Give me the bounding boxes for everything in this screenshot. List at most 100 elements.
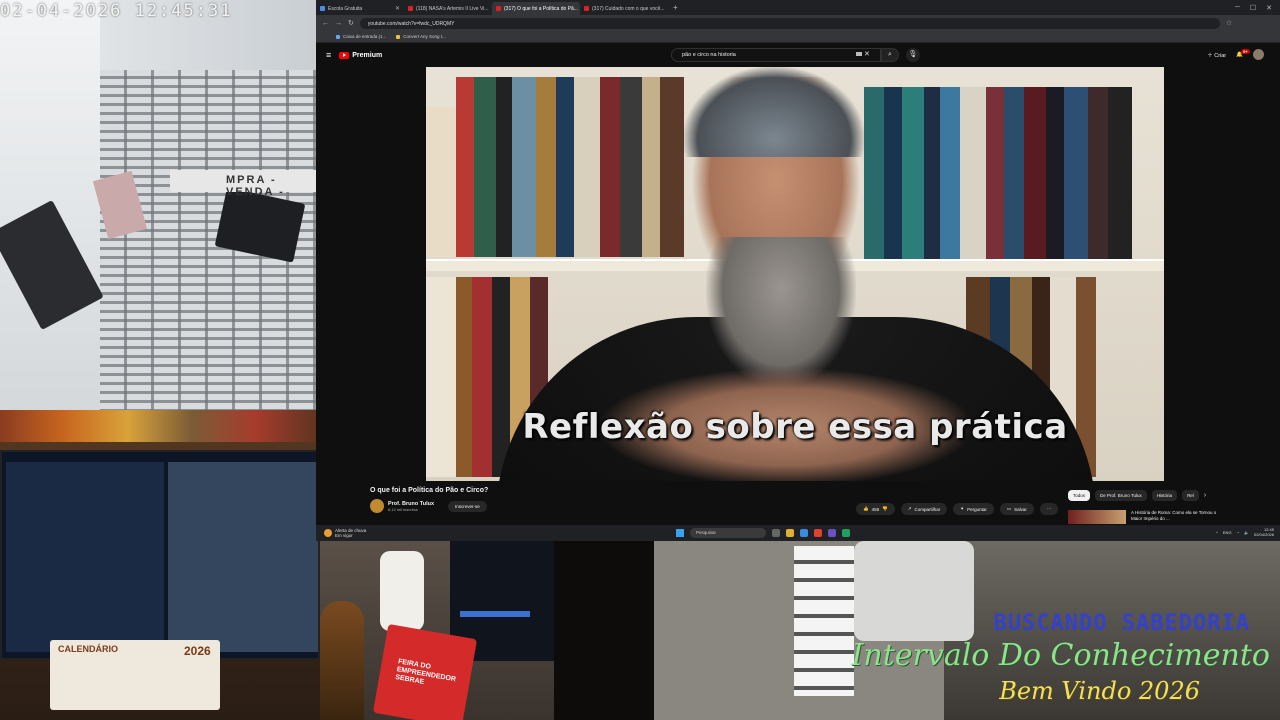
chrome-icon[interactable] bbox=[814, 529, 822, 537]
menu-icon[interactable]: ≡ bbox=[326, 50, 331, 60]
app-icon[interactable] bbox=[828, 529, 836, 537]
camera-feed-desk-items: FEIRA DO EMPREENDEDOR SEBRAE bbox=[320, 541, 554, 720]
url-field[interactable]: youtube.com/watch?v=fwdc_UDRQMY bbox=[359, 17, 1220, 29]
volume-icon[interactable]: 🔈 bbox=[1244, 530, 1249, 535]
monitor-pane-stream bbox=[168, 462, 318, 652]
browser-tab-active[interactable]: (317) O que foi a Política do Pã...✕ bbox=[492, 2, 580, 15]
recommended-video[interactable]: A História de Roma: Como ela se Tornou o… bbox=[1068, 510, 1221, 524]
video-player[interactable]: Reflexão sobre essa prática bbox=[426, 67, 1164, 481]
video-title: O que foi a Política do Pão e Circo? bbox=[370, 487, 489, 494]
browser-tab[interactable]: (317) Cuidado com o que você...✕ bbox=[580, 2, 668, 15]
tab-favicon-icon bbox=[584, 6, 589, 11]
mic-icon[interactable]: 🎙 bbox=[906, 48, 920, 62]
bookmark-label: Caixa de entrada (1... bbox=[343, 34, 387, 39]
header-actions: ＋ Criar 🔔 9+ bbox=[1207, 48, 1264, 60]
chip-channel[interactable]: De Prof. Bruno Tulux bbox=[1095, 490, 1147, 501]
channel-name[interactable]: Prof. Bruno Tulux bbox=[388, 501, 434, 507]
calendar-title: CALENDÁRIO bbox=[58, 644, 118, 654]
window-controls: ─ ☐ ✕ bbox=[1235, 4, 1280, 12]
rec-title[interactable]: A História de Roma: Como ela se Tornou o… bbox=[1131, 510, 1221, 524]
desktop-composite: MPRA - VENDA - 02-04-2026 12:45:31 CALEN… bbox=[0, 0, 1280, 720]
share-button[interactable]: ↗ Compartilhar bbox=[900, 503, 948, 515]
forward-icon[interactable]: → bbox=[335, 20, 342, 27]
channel-subscribers: 6,12 mil inscritos bbox=[388, 506, 418, 512]
close-icon[interactable]: ✕ bbox=[395, 5, 400, 12]
file-explorer-icon[interactable] bbox=[786, 529, 794, 537]
windows-start-icon[interactable] bbox=[676, 529, 684, 537]
overlay-line1: BUSCANDO SABEDORIA bbox=[993, 611, 1250, 636]
minimize-icon[interactable]: ─ bbox=[1235, 4, 1240, 12]
bookmark-star-icon[interactable]: ☆ bbox=[1226, 19, 1232, 27]
channel-avatar[interactable] bbox=[370, 499, 384, 513]
language-indicator[interactable]: ENG bbox=[1223, 530, 1232, 535]
create-button[interactable]: ＋ Criar bbox=[1207, 51, 1226, 59]
overlay-line3: Bem Vindo 2026 bbox=[999, 677, 1200, 705]
chevron-right-icon[interactable]: › bbox=[1204, 492, 1206, 499]
task-view-icon[interactable] bbox=[772, 529, 780, 537]
camera-feed-desk: CALENDÁRIO 2026 bbox=[0, 410, 320, 720]
tray-chevron-icon[interactable]: ^ bbox=[1216, 530, 1218, 535]
chip-history[interactable]: História bbox=[1151, 490, 1178, 501]
new-tab-icon[interactable]: + bbox=[668, 3, 683, 12]
music-icon bbox=[396, 34, 401, 39]
channel-row: Prof. Bruno Tulux 6,12 mil inscritos Ins… bbox=[370, 499, 487, 513]
save-label: Salvar bbox=[1014, 506, 1027, 512]
search-icon: ⌕ bbox=[888, 51, 892, 58]
search-button[interactable]: ⌕ bbox=[881, 48, 899, 62]
tab-favicon-icon bbox=[408, 6, 413, 11]
back-icon[interactable]: ← bbox=[322, 20, 329, 27]
youtube-logo[interactable]: Premium bbox=[339, 51, 383, 59]
maximize-icon[interactable]: ☐ bbox=[1250, 4, 1256, 12]
avatar[interactable] bbox=[1253, 49, 1264, 60]
taskbar-search[interactable]: Pesquisar bbox=[690, 528, 766, 538]
thumbs-down-icon[interactable]: 👎 bbox=[882, 506, 888, 512]
chip-related[interactable]: Rel bbox=[1182, 490, 1199, 501]
subscribe-button[interactable]: Inscrever-se bbox=[448, 500, 487, 512]
shelf-items bbox=[0, 410, 320, 442]
keyboard-icon[interactable] bbox=[856, 52, 862, 56]
edge-icon[interactable] bbox=[800, 529, 808, 537]
camera-shadow bbox=[554, 541, 654, 720]
browser-tab[interactable]: Escola Gratuita ✕ bbox=[316, 2, 404, 15]
chip-all[interactable]: Todos bbox=[1068, 490, 1091, 501]
logo-text: Premium bbox=[352, 51, 383, 59]
more-actions-icon[interactable]: ⋯ bbox=[1039, 503, 1059, 515]
reload-icon[interactable]: ↻ bbox=[348, 19, 354, 27]
mail-icon bbox=[336, 34, 340, 39]
system-tray: ^ ENG ◔ 🔈 12:45 02/04/2026 bbox=[1216, 527, 1274, 537]
poster-text: FEIRA DO EMPREENDEDOR SEBRAE bbox=[394, 658, 457, 686]
player-margin-right bbox=[1164, 67, 1280, 481]
browser-tab[interactable]: (118) NASA's Artemis II Live Vi...✕ bbox=[404, 2, 492, 15]
notification-count: 9+ bbox=[1241, 48, 1250, 54]
bookmark-item[interactable]: Caixa de entrada (1... bbox=[336, 34, 386, 39]
video-actions: 👍 459 👎 ↗ Compartilhar ✦ Perguntar ▭ Salvar ⋯ bbox=[856, 503, 1059, 515]
screen-highlight bbox=[460, 611, 530, 617]
notifications-bell-icon[interactable]: 🔔 9+ bbox=[1236, 48, 1250, 58]
related-chips: Todos De Prof. Bruno Tulux História Rel … bbox=[1068, 490, 1206, 501]
weather-alert-icon bbox=[324, 529, 332, 537]
wifi-icon[interactable]: ◔ bbox=[1237, 530, 1239, 535]
address-bar-row: ← → ↻ youtube.com/watch?v=fwdc_UDRQMY ☆ bbox=[316, 15, 1280, 31]
rec-thumbnail[interactable] bbox=[1068, 510, 1126, 524]
clock[interactable]: 12:45 02/04/2026 bbox=[1254, 527, 1274, 537]
tab-label: (317) O que foi a Política do Pã... bbox=[504, 5, 578, 12]
youtube-play-icon bbox=[339, 51, 350, 59]
overlay-line2: Intervalo Do Conhecimento bbox=[851, 638, 1270, 673]
figurine bbox=[320, 601, 364, 720]
bookmark-item[interactable]: Convert Any Song t... bbox=[396, 34, 446, 39]
clear-search-icon[interactable]: ✕ bbox=[864, 50, 870, 58]
save-button[interactable]: ▭ Salvar bbox=[999, 503, 1034, 515]
like-button[interactable]: 👍 459 👎 bbox=[856, 503, 895, 515]
video-caption: Reflexão sobre essa prática bbox=[522, 407, 1068, 447]
ask-button[interactable]: ✦ Perguntar bbox=[953, 503, 994, 515]
parked-car bbox=[854, 541, 974, 641]
search-input[interactable]: pão e circo na historia bbox=[671, 48, 881, 62]
windows-taskbar: Alerta de chuva Em vigor Pesquisar ^ ENG… bbox=[316, 525, 1280, 541]
app-icon[interactable] bbox=[842, 529, 850, 537]
desk-calendar: CALENDÁRIO 2026 bbox=[50, 640, 220, 710]
tab-label: Escola Gratuita bbox=[328, 5, 363, 12]
camera-feed-street: BUSCANDO SABEDORIA Intervalo Do Conhecim… bbox=[554, 541, 1280, 720]
clock-date: 02/04/2026 bbox=[1253, 532, 1274, 537]
close-window-icon[interactable]: ✕ bbox=[1266, 4, 1272, 12]
weather-widget[interactable]: Alerta de chuva Em vigor bbox=[324, 528, 366, 538]
